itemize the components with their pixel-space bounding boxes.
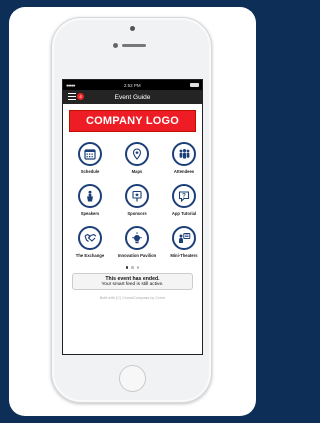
page-dot bbox=[131, 266, 134, 269]
tile-label: Innovation Pavilion bbox=[117, 253, 157, 258]
bulb-icon bbox=[125, 226, 149, 250]
handshake-icon bbox=[78, 226, 102, 250]
page-indicator[interactable] bbox=[63, 266, 202, 269]
sign-icon bbox=[125, 184, 149, 208]
top-camera-dot bbox=[130, 26, 135, 31]
tile-label: The Exchange bbox=[75, 253, 105, 258]
tile-schedule[interactable]: Schedule bbox=[68, 142, 112, 174]
tile-app-tutorial[interactable]: ? App Tutorial bbox=[162, 184, 202, 216]
podium-icon bbox=[78, 184, 102, 208]
help-icon: ? bbox=[172, 184, 196, 208]
banner-subtitle: Your smart feed is still active. bbox=[101, 281, 164, 287]
tile-label: App Tutorial bbox=[171, 211, 197, 216]
tile-grid: Schedule Maps Attendees Speakers Sponsor… bbox=[63, 132, 202, 258]
tile-sponsors[interactable]: Sponsors bbox=[115, 184, 159, 216]
tile-the-exchange[interactable]: The Exchange bbox=[68, 226, 112, 258]
signal-icon: ●●●●● bbox=[66, 82, 76, 88]
tile-label: Schedule bbox=[80, 169, 100, 174]
tile-innovation-pavilion[interactable]: Innovation Pavilion bbox=[115, 226, 159, 258]
tile-speakers[interactable]: Speakers bbox=[68, 184, 112, 216]
tile-label: Speakers bbox=[80, 211, 100, 216]
tile-label: Maps bbox=[131, 169, 143, 174]
presenter-icon bbox=[172, 226, 196, 250]
event-ended-banner: This event has ended. Your smart feed is… bbox=[72, 272, 193, 290]
page-title: Event Guide bbox=[114, 93, 151, 101]
tile-mini-theaters[interactable]: Mini-Theaters bbox=[162, 226, 202, 258]
home-button[interactable] bbox=[119, 365, 146, 392]
phone-frame: ●●●●● 2:52 PM 4 Event Guide COMPANY LOGO… bbox=[51, 17, 212, 403]
page-dot-active bbox=[125, 266, 129, 269]
status-time: 2:52 PM bbox=[123, 82, 141, 88]
people-icon bbox=[172, 142, 196, 166]
notification-badge: 4 bbox=[77, 93, 84, 100]
company-logo: COMPANY LOGO bbox=[69, 110, 196, 132]
svg-text:?: ? bbox=[182, 193, 186, 199]
page-dot bbox=[136, 266, 140, 269]
earpiece-speaker bbox=[122, 44, 146, 47]
tile-attendees[interactable]: Attendees bbox=[162, 142, 202, 174]
tile-label: Attendees bbox=[173, 169, 195, 174]
phone-screen: ●●●●● 2:52 PM 4 Event Guide COMPANY LOGO… bbox=[62, 79, 203, 355]
status-bar: ●●●●● 2:52 PM bbox=[63, 80, 202, 90]
battery-icon bbox=[189, 83, 199, 87]
nav-bar: 4 Event Guide bbox=[63, 90, 202, 104]
menu-icon[interactable]: 4 bbox=[68, 93, 84, 100]
powered-by-footer: Built with (C) CrowdCompass by Cvent bbox=[99, 295, 166, 300]
front-camera bbox=[113, 43, 118, 48]
tile-label: Sponsors bbox=[127, 211, 147, 216]
map-pin-icon bbox=[125, 142, 149, 166]
calendar-icon bbox=[78, 142, 102, 166]
tile-maps[interactable]: Maps bbox=[115, 142, 159, 174]
tile-label: Mini-Theaters bbox=[170, 253, 198, 258]
